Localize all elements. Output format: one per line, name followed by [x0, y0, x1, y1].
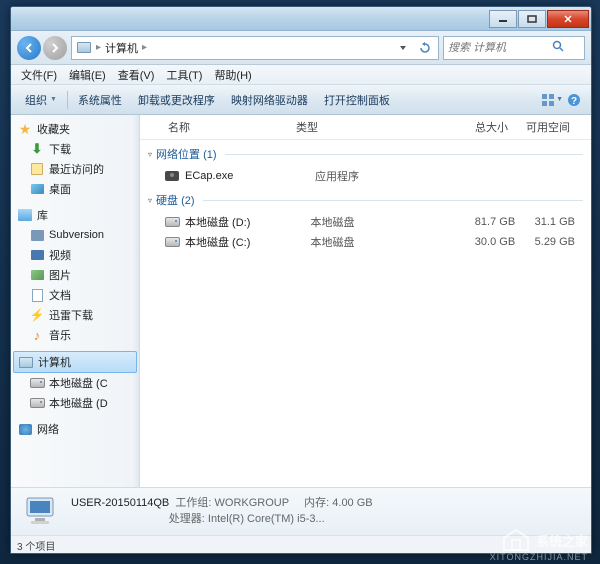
details-pane: USER-20150114QB 工作组: WORKGROUP 内存: 4.00 …	[11, 487, 591, 535]
statusbar: 3 个项目	[11, 535, 591, 553]
music-icon: ♪	[29, 327, 45, 343]
col-name[interactable]: 名称	[148, 119, 296, 135]
recent-icon	[29, 161, 45, 177]
details-processor: Intel(R) Core(TM) i5-3...	[208, 513, 325, 525]
collapse-icon[interactable]: ▿	[148, 196, 152, 205]
drive-icon	[29, 395, 45, 411]
computer-large-icon	[21, 494, 61, 530]
computer-icon	[76, 40, 92, 56]
address-bar[interactable]: ▸ 计算机 ▸	[71, 36, 439, 60]
help-button[interactable]: ?	[563, 89, 585, 111]
svg-text:?: ?	[571, 96, 577, 107]
menubar: 文件(F) 编辑(E) 查看(V) 工具(T) 帮助(H)	[11, 65, 591, 85]
drive-icon	[164, 214, 180, 230]
tree-recent[interactable]: 最近访问的	[11, 159, 139, 179]
system-properties-button[interactable]: 系统属性	[70, 88, 130, 112]
chevron-down-icon: ▼	[556, 96, 563, 103]
tree-computer[interactable]: 计算机	[13, 351, 137, 373]
details-memory: 4.00 GB	[332, 497, 372, 509]
chevron-right-icon: ▸	[96, 42, 101, 53]
camera-icon	[164, 168, 180, 184]
drive-icon	[164, 234, 180, 250]
control-panel-button[interactable]: 打开控制面板	[316, 88, 398, 112]
video-icon	[29, 247, 45, 263]
group-network-location[interactable]: ▿ 网络位置 (1)	[140, 140, 591, 166]
star-icon: ★	[17, 121, 33, 137]
nav-tree: ★收藏夹 ⬇下载 最近访问的 桌面 库 Subversion 视频 图片 文档 …	[11, 115, 140, 487]
maximize-button[interactable]	[518, 10, 546, 28]
titlebar	[11, 7, 591, 31]
tree-drive-c[interactable]: 本地磁盘 (C	[11, 373, 139, 393]
chevron-down-icon: ▼	[50, 96, 57, 103]
col-size[interactable]: 总大小	[416, 119, 508, 135]
column-headers[interactable]: 名称 类型 总大小 可用空间	[140, 115, 591, 140]
tree-music[interactable]: ♪音乐	[11, 325, 139, 345]
toolbar: 组织▼ 系统属性 卸载或更改程序 映射网络驱动器 打开控制面板 ▼ ?	[11, 85, 591, 115]
details-workgroup: WORKGROUP	[215, 497, 289, 509]
tree-pictures[interactable]: 图片	[11, 265, 139, 285]
desktop-icon	[29, 181, 45, 197]
drive-icon	[29, 375, 45, 391]
tree-downloads[interactable]: ⬇下载	[11, 139, 139, 159]
menu-file[interactable]: 文件(F)	[15, 65, 63, 85]
collapse-icon[interactable]: ▿	[148, 150, 152, 159]
tree-drive-d[interactable]: 本地磁盘 (D	[11, 393, 139, 413]
folder-icon	[29, 227, 45, 243]
network-icon	[17, 421, 33, 437]
uninstall-button[interactable]: 卸载或更改程序	[130, 88, 223, 112]
col-free[interactable]: 可用空间	[508, 119, 578, 135]
tree-documents[interactable]: 文档	[11, 285, 139, 305]
menu-help[interactable]: 帮助(H)	[208, 65, 257, 85]
status-item-count: 3 个项目	[17, 542, 55, 553]
item-ecap[interactable]: ECap.exe 应用程序	[140, 166, 591, 186]
breadcrumb-text[interactable]: 计算机	[105, 40, 138, 56]
close-button[interactable]	[547, 10, 589, 28]
col-type[interactable]: 类型	[296, 119, 416, 135]
view-options-button[interactable]: ▼	[541, 89, 563, 111]
tree-videos[interactable]: 视频	[11, 245, 139, 265]
minimize-button[interactable]	[489, 10, 517, 28]
tree-libraries[interactable]: 库	[11, 205, 139, 225]
search-input[interactable]	[448, 42, 548, 54]
item-drive-c[interactable]: 本地磁盘 (C:) 本地磁盘 30.0 GB 5.29 GB	[140, 232, 591, 252]
download-icon: ⬇	[29, 141, 45, 157]
content-area: 名称 类型 总大小 可用空间 ▿ 网络位置 (1) ECap.exe 应用程序 …	[140, 115, 591, 487]
map-drive-button[interactable]: 映射网络驱动器	[223, 88, 316, 112]
chevron-right-icon[interactable]: ▸	[142, 42, 147, 53]
navbar: ▸ 计算机 ▸	[11, 31, 591, 65]
thunder-icon: ⚡	[29, 307, 45, 323]
search-bar[interactable]	[443, 36, 585, 60]
library-icon	[17, 207, 33, 223]
details-name: USER-20150114QB	[71, 497, 169, 509]
tree-desktop[interactable]: 桌面	[11, 179, 139, 199]
group-hard-drives[interactable]: ▿ 硬盘 (2)	[140, 186, 591, 212]
body-area: ★收藏夹 ⬇下载 最近访问的 桌面 库 Subversion 视频 图片 文档 …	[11, 115, 591, 487]
tree-favorites[interactable]: ★收藏夹	[11, 119, 139, 139]
tree-network[interactable]: 网络	[11, 419, 139, 439]
tree-subversion[interactable]: Subversion	[11, 225, 139, 245]
image-icon	[29, 267, 45, 283]
menu-tools[interactable]: 工具(T)	[160, 65, 208, 85]
menu-view[interactable]: 查看(V)	[112, 65, 161, 85]
document-icon	[29, 287, 45, 303]
organize-button[interactable]: 组织▼	[17, 88, 65, 112]
back-button[interactable]	[17, 36, 41, 60]
item-drive-d[interactable]: 本地磁盘 (D:) 本地磁盘 81.7 GB 31.1 GB	[140, 212, 591, 232]
dropdown-button[interactable]	[394, 39, 412, 57]
refresh-button[interactable]	[416, 39, 434, 57]
menu-edit[interactable]: 编辑(E)	[63, 65, 112, 85]
computer-icon	[18, 354, 34, 370]
search-icon	[552, 39, 564, 57]
explorer-window: ▸ 计算机 ▸ 文件(F) 编辑(E) 查看(V) 工具(T) 帮助(H) 组织…	[10, 6, 592, 554]
tree-thunder[interactable]: ⚡迅雷下载	[11, 305, 139, 325]
forward-button[interactable]	[43, 36, 67, 60]
